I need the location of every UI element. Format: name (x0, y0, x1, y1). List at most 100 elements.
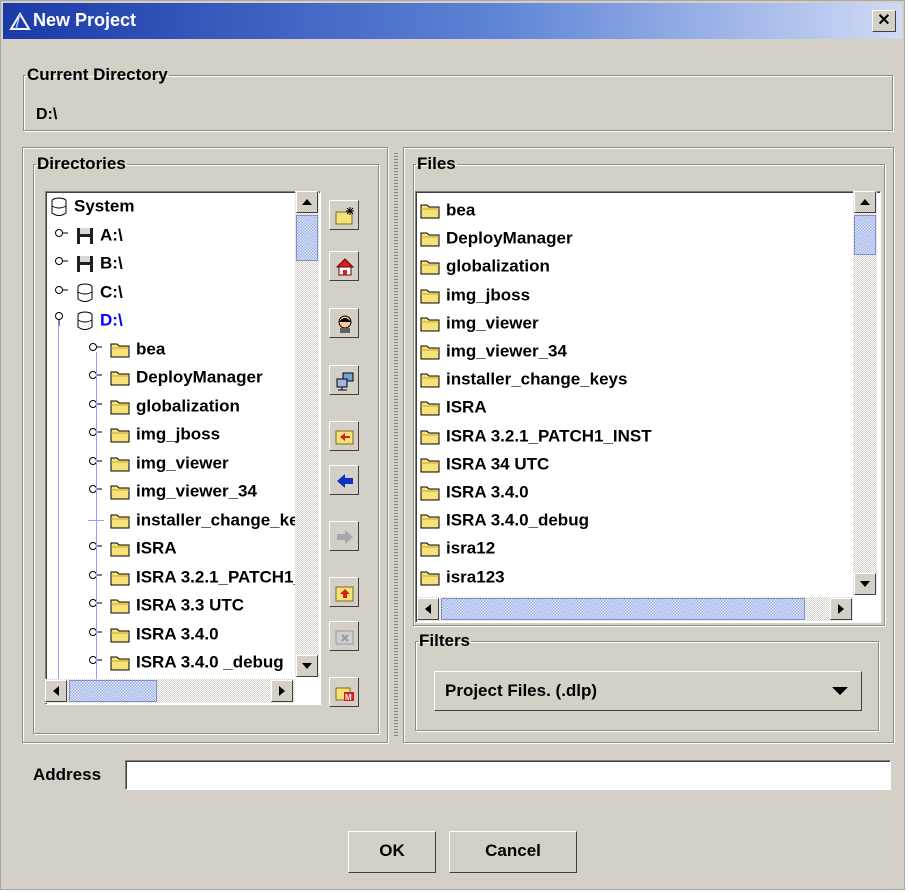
folder-icon (110, 371, 130, 386)
tree-drive-label: C:\ (100, 282, 123, 302)
floppy-disk-icon (77, 227, 93, 244)
tree-folder-label: globalization (136, 396, 240, 416)
file-item-label: ISRA 3.2.1_PATCH1_INST (446, 426, 652, 446)
app-triangle-icon (9, 12, 31, 30)
tree-node-folder[interactable]: img_jboss (88, 420, 220, 448)
file-item-label: globalization (446, 256, 550, 276)
back-button[interactable] (329, 465, 359, 495)
file-list-item[interactable]: ISRA 3.2.1_PATCH1_INST (420, 422, 652, 450)
tree-scroll-up-button[interactable] (296, 191, 318, 213)
tree-horizontal-scrollbar[interactable] (45, 679, 295, 703)
directory-tree[interactable]: System A:\ B:\ C:\ D:\ bea DeployManager global… (45, 191, 321, 705)
tree-node-drive[interactable]: B:\ (54, 249, 123, 277)
folder-icon (420, 458, 440, 473)
chevron-down-icon (832, 687, 848, 695)
files-horizontal-scrollbar[interactable] (417, 597, 853, 621)
tree-node-folder[interactable]: ISRA 3.3 UTC (88, 591, 244, 619)
files-scroll-up-button[interactable] (854, 191, 876, 213)
tree-scroll-left-button[interactable] (45, 680, 67, 702)
window-title: New Project (33, 10, 137, 30)
folder-icon (110, 514, 130, 529)
tree-collapsed-icon[interactable] (54, 253, 70, 269)
tree-collapsed-icon[interactable] (54, 282, 70, 298)
folder-icon (420, 317, 440, 332)
file-list-item[interactable]: DeployManager (420, 224, 573, 252)
ok-button[interactable]: OK (348, 831, 436, 873)
tree-node-folder[interactable]: globalization (88, 392, 240, 420)
close-button[interactable]: ✕ (872, 10, 896, 32)
tree-connector-line (58, 323, 59, 694)
filter-dropdown[interactable]: Project Files. (.dlp) (434, 671, 862, 711)
file-list-item[interactable]: bea (420, 196, 475, 224)
tree-folder-label: img_viewer_34 (136, 481, 257, 501)
tree-node-folder[interactable]: ISRA (88, 534, 177, 562)
tree-vertical-scrollbar[interactable] (295, 191, 319, 677)
tree-node-folder[interactable]: DeployManager (88, 363, 263, 391)
file-item-label: bea (446, 200, 476, 220)
home-button[interactable] (329, 251, 359, 281)
files-scroll-left-button[interactable] (417, 598, 439, 620)
current-directory-legend: Current Directory (27, 65, 168, 84)
current-directory-group: Current Directory (23, 65, 893, 131)
hard-drive-icon (51, 197, 67, 216)
folder-icon (110, 628, 130, 643)
tree-folder-label: ISRA 3.2.1_PATCH1_INST (136, 567, 320, 587)
file-list-item[interactable]: ISRA 3.4.0 (420, 478, 529, 506)
user-home-button[interactable] (329, 308, 359, 338)
file-list-item[interactable]: img_viewer_34 (420, 337, 567, 365)
new-project-dialog: New Project ✕ Current Directory D:\ Dire… (0, 0, 905, 890)
tree-node-folder[interactable]: ISRA 3.4.0 _debug (88, 648, 284, 676)
tree-scroll-thumb[interactable] (296, 215, 318, 261)
back-folder-button[interactable] (329, 421, 359, 451)
tree-node-folder[interactable]: bea (88, 335, 165, 363)
tree-node-folder[interactable]: installer_change_keys (88, 506, 317, 534)
user-icon (338, 315, 352, 333)
tree-expanded-icon[interactable] (54, 310, 70, 326)
tree-collapsed-icon[interactable] (54, 225, 70, 241)
tree-node-drive[interactable]: C:\ (54, 278, 123, 306)
floppy-disk-icon (77, 255, 93, 272)
tree-scroll-down-button[interactable] (296, 655, 318, 677)
file-list-item[interactable]: globalization (420, 252, 550, 280)
files-vertical-scrollbar[interactable] (853, 191, 877, 595)
tree-node-folder[interactable]: ISRA 3.4.0 (88, 620, 219, 648)
tree-node-folder[interactable]: img_viewer (88, 449, 229, 477)
files-hscroll-thumb[interactable] (441, 598, 805, 620)
file-list-item[interactable]: isra12 (420, 534, 495, 562)
tree-hscroll-thumb[interactable] (69, 680, 157, 702)
network-button[interactable] (329, 365, 359, 395)
tree-drive-label: D:\ (100, 310, 123, 330)
rename-folder-button[interactable]: M (329, 677, 359, 707)
file-list-item[interactable]: isra123 (420, 563, 505, 591)
tree-node-system[interactable]: System (50, 192, 134, 220)
file-list[interactable]: bea DeployManager globalization img_jboss im… (415, 191, 881, 623)
arrow-left-icon (53, 686, 59, 696)
tree-node-drive[interactable]: A:\ (54, 221, 123, 249)
files-scroll-down-button[interactable] (854, 573, 876, 595)
tree-node-drive[interactable]: D:\ (54, 306, 123, 334)
files-scroll-right-button[interactable] (830, 598, 852, 620)
file-list-item[interactable]: img_jboss (420, 281, 530, 309)
folder-icon (110, 656, 130, 671)
address-input[interactable] (125, 760, 891, 790)
new-folder-button[interactable] (329, 200, 359, 230)
tree-scroll-right-button[interactable] (271, 680, 293, 702)
folder-icon (110, 343, 130, 358)
file-list-item[interactable]: installer_change_keys (420, 365, 627, 393)
hard-drive-icon (77, 311, 93, 330)
title-bar[interactable]: New Project ✕ (3, 3, 902, 39)
cancel-button[interactable]: Cancel (449, 831, 577, 873)
delete-folder-button[interactable] (329, 621, 359, 651)
folder-icon (420, 289, 440, 304)
parent-folder-button[interactable] (329, 577, 359, 607)
files-scroll-thumb[interactable] (854, 215, 876, 255)
file-list-item[interactable]: img_viewer (420, 309, 539, 337)
forward-button[interactable] (329, 521, 359, 551)
file-item-label: ISRA 34 UTC (446, 454, 550, 474)
tree-node-folder[interactable]: img_viewer_34 (88, 477, 257, 505)
file-list-item[interactable]: ISRA 34 UTC (420, 450, 549, 478)
splitter-grip[interactable] (394, 153, 398, 737)
file-list-item[interactable]: ISRA 3.4.0_debug (420, 506, 589, 534)
file-list-item[interactable]: ISRA (420, 393, 487, 421)
tree-node-folder[interactable]: ISRA 3.2.1_PATCH1_INST (88, 563, 320, 591)
